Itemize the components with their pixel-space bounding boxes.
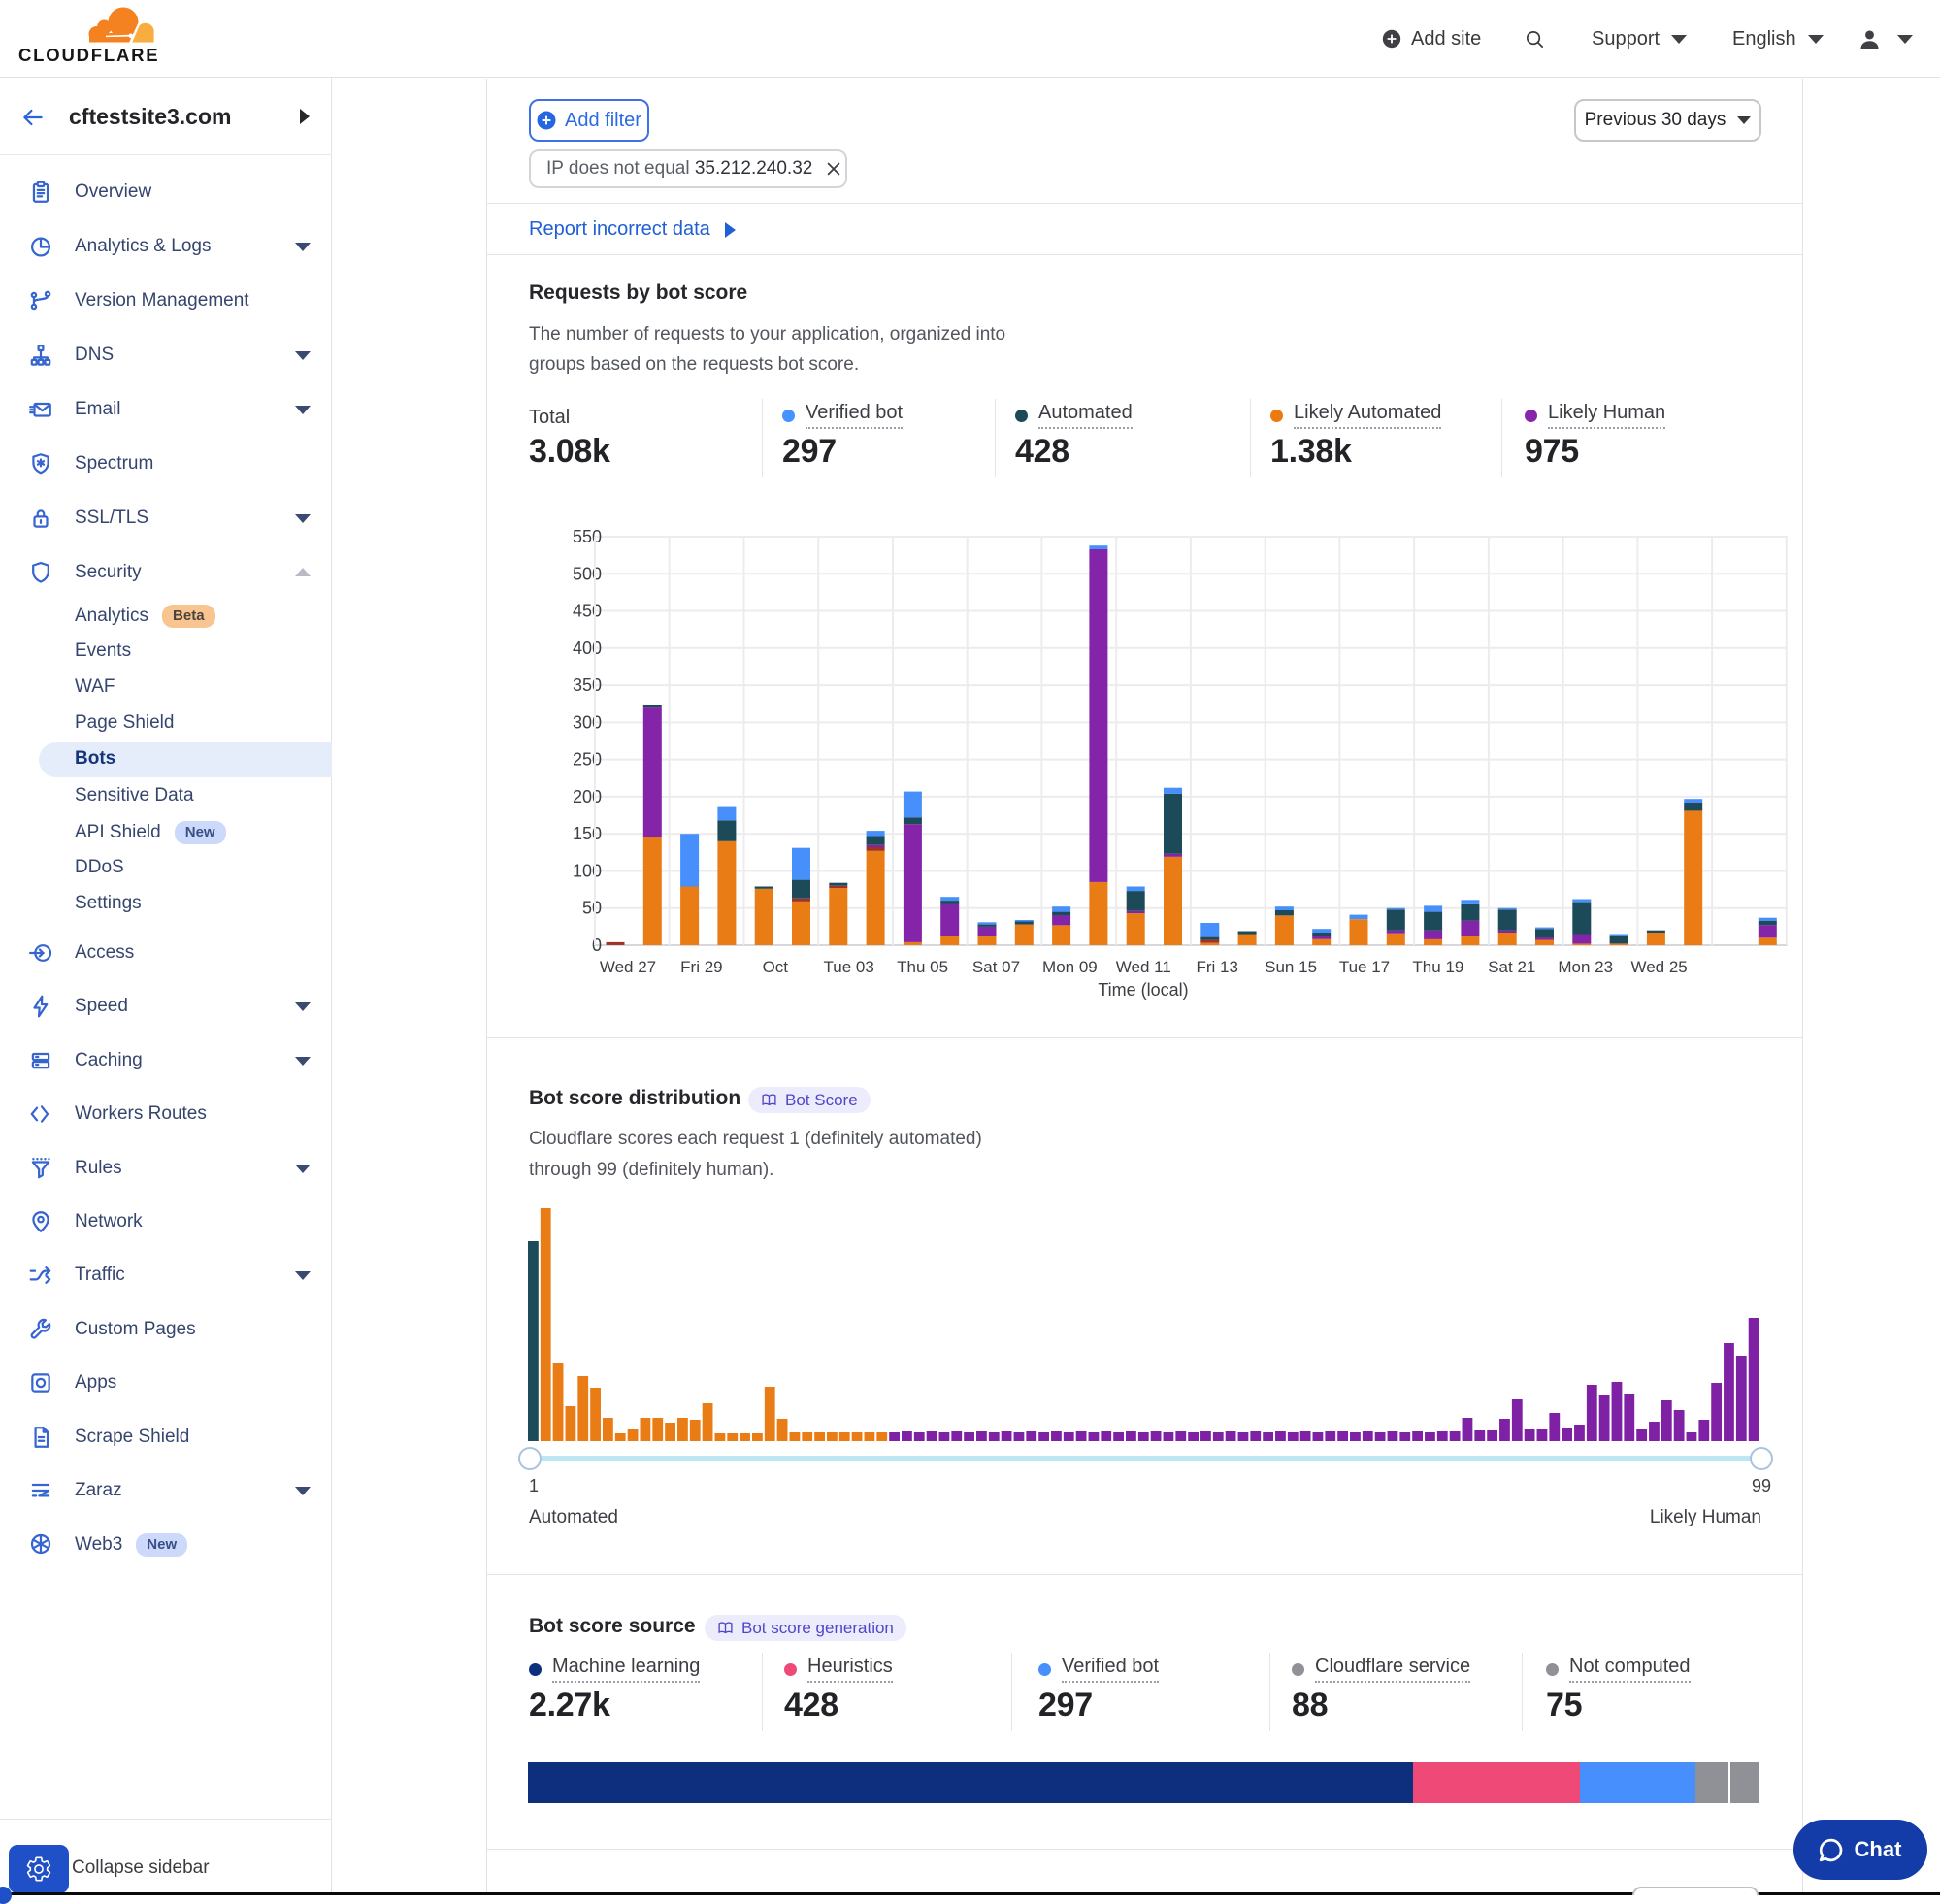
svg-text:Time (local): Time (local) [1098,980,1188,1000]
svg-text:Wed 25: Wed 25 [1630,958,1687,976]
svg-text:Thu 19: Thu 19 [1412,958,1463,976]
svg-text:250: 250 [573,750,602,770]
svg-text:Sun 15: Sun 15 [1265,958,1317,976]
svg-text:150: 150 [573,824,602,843]
svg-text:450: 450 [573,602,602,621]
svg-text:Mon 09: Mon 09 [1042,958,1098,976]
svg-text:Tue 17: Tue 17 [1339,958,1390,976]
svg-text:300: 300 [573,712,602,732]
svg-text:Thu 05: Thu 05 [897,958,948,976]
svg-text:Tue 03: Tue 03 [824,958,874,976]
svg-text:0: 0 [592,936,602,955]
svg-text:100: 100 [573,862,602,881]
svg-text:Fri 13: Fri 13 [1196,958,1237,976]
svg-text:Sat 07: Sat 07 [972,958,1020,976]
svg-text:200: 200 [573,787,602,806]
svg-text:Wed 11: Wed 11 [1116,958,1171,976]
svg-text:Oct: Oct [763,958,789,976]
svg-text:Sat 21: Sat 21 [1488,958,1535,976]
svg-text:Mon 23: Mon 23 [1558,958,1613,976]
svg-text:500: 500 [573,564,602,583]
svg-text:400: 400 [573,639,602,658]
svg-text:350: 350 [573,675,602,695]
svg-text:Fri 29: Fri 29 [680,958,722,976]
svg-text:Wed 27: Wed 27 [600,958,656,976]
svg-text:50: 50 [582,899,602,918]
svg-text:550: 550 [573,527,602,546]
